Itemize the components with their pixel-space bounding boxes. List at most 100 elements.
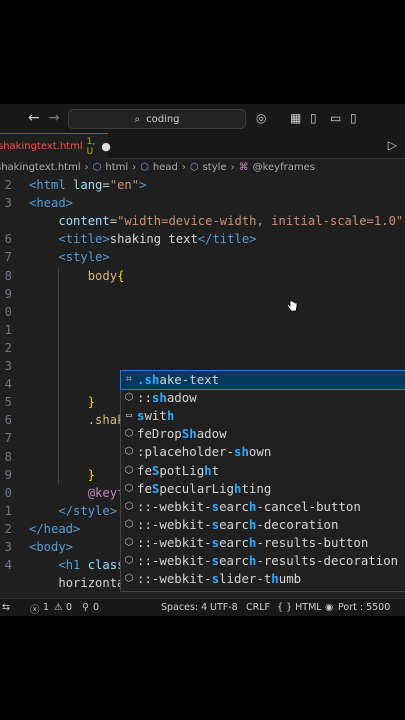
code-text: } (87, 467, 96, 482)
code-line[interactable]: 6 <title>shaking text</title> (0, 230, 405, 248)
property-icon: ⬡ (124, 554, 134, 566)
suggestion-item[interactable]: ⬡::-webkit-search-decoration (121, 516, 405, 534)
code-line[interactable]: 9 (0, 285, 405, 303)
suggestion-item[interactable]: ⬡::-webkit-search-results-button (121, 534, 405, 552)
line-number: 4 (4, 377, 12, 392)
run-icon[interactable]: ▷ (388, 138, 397, 152)
suggestion-item[interactable]: ⬡::shadow (121, 389, 405, 407)
line-number: 7 (4, 250, 12, 265)
breadcrumb-keyframes[interactable]: @keyframes (253, 162, 315, 173)
toggle-sidebar-icon[interactable]: ▯ (310, 111, 317, 125)
code-line[interactable]: 8 body{ (0, 267, 405, 285)
breadcrumb-head[interactable]: head (153, 162, 178, 173)
toggle-secondary-sidebar-icon[interactable]: ▯ (350, 111, 357, 125)
command-center-search[interactable]: ⌕ coding (68, 109, 246, 129)
error-icon[interactable]: ⓧ (30, 602, 40, 616)
suggestion-label: swith (137, 408, 175, 424)
property-icon: ⬡ (124, 446, 134, 458)
warning-count[interactable]: 0 (66, 602, 72, 613)
snippet-icon: ⌗ (126, 374, 132, 386)
suggestion-item[interactable]: ⬡::-webkit-slider-thumb (121, 570, 405, 588)
hand-cursor-icon (286, 297, 298, 312)
suggestion-item[interactable]: ⬡:placeholder-shown (121, 443, 405, 461)
language-mode[interactable]: { } HTML (277, 602, 322, 613)
end-of-line[interactable]: CRLF (246, 602, 270, 613)
error-count[interactable]: 1 (43, 602, 49, 613)
code-line[interactable]: 1 (0, 321, 405, 339)
warning-icon[interactable]: ⚠ (54, 602, 63, 613)
line-number: 2 (4, 521, 12, 536)
arrow-right-icon[interactable]: → (48, 110, 60, 126)
line-number: 1 (4, 322, 12, 337)
line-number: 8 (4, 449, 12, 464)
chevron-right-icon: › (181, 162, 186, 173)
tab-shakingtext[interactable]: shakingtext.html 1, U ● (0, 133, 111, 159)
broadcast-icon[interactable]: ⚲ (82, 602, 89, 613)
broadcast-count[interactable]: 0 (93, 602, 99, 613)
vscode-window: ← → ⌕ coding ◎ ▦ ▯ ▭ ▯ shakingtext.html … (0, 104, 405, 616)
layout-icon[interactable]: ▦ (290, 111, 301, 125)
suggestion-label: feSpecularLighting (137, 480, 272, 496)
keyframes-icon: ⌘ (238, 162, 249, 173)
line-number: 5 (4, 395, 12, 410)
suggestion-item[interactable]: ⬡ feSpotLight (121, 461, 405, 479)
suggestion-item[interactable]: ⬡ feSpecularLighting (121, 480, 405, 498)
code-text: </style> (58, 503, 118, 518)
toggle-panel-icon[interactable]: ▭ (330, 111, 341, 125)
code-line[interactable]: 7 <style> (0, 248, 405, 266)
breadcrumb-html[interactable]: html (105, 162, 128, 173)
title-bar: ← → ⌕ coding ◎ ▦ ▯ ▭ ▯ (0, 104, 405, 133)
element-icon: ⬡ (140, 162, 149, 173)
code-line[interactable]: 0 (0, 303, 405, 321)
suggestion-label: :placeholder-shown (137, 444, 272, 460)
line-number: 1 (4, 503, 12, 518)
line-number: 9 (4, 286, 12, 301)
property-icon: ⬡ (124, 482, 134, 494)
arrow-left-icon[interactable]: ← (28, 110, 40, 126)
search-text: coding (146, 113, 180, 125)
suggestion-item[interactable]: ▭ swith (121, 407, 405, 425)
line-number: 6 (4, 413, 12, 428)
chevron-right-icon: › (132, 162, 137, 173)
copilot-icon[interactable]: ◎ (256, 111, 266, 125)
property-icon: ⬡ (124, 518, 134, 530)
suggestion-item[interactable]: ⬡::-webkit-search-cancel-button (121, 498, 405, 516)
line-number: 4 (4, 558, 12, 573)
modified-dot-icon[interactable]: ● (101, 140, 111, 153)
code-text: body{ (87, 268, 125, 283)
line-number: 3 (4, 540, 12, 554)
suggestion-item[interactable]: ⌗ .shake-text (120, 369, 405, 391)
suggestion-item[interactable]: ⬡::-webkit-search-results-decoration (121, 552, 405, 570)
code-line[interactable]: content="width=device-width, initial-sca… (0, 212, 405, 230)
suggestion-label: .shake-text (137, 372, 220, 388)
element-icon: ⬡ (189, 162, 199, 173)
live-server-port[interactable]: Port : 5500 (338, 602, 390, 613)
chevron-right-icon: › (84, 162, 89, 173)
chevron-right-icon: › (230, 162, 235, 173)
suggestion-label: ::-webkit-search-cancel-button (137, 498, 361, 514)
code-line[interactable]: 3 <head> (0, 194, 405, 212)
line-number: 9 (4, 467, 12, 482)
suggestion-item[interactable]: ⬡ feDropShadow (121, 425, 405, 443)
line-number: 7 (4, 431, 12, 446)
code-line[interactable]: 2 (0, 339, 405, 357)
suggestion-label: ::-webkit-search-results-button (137, 534, 369, 550)
code-text: <head> (29, 196, 74, 211)
code-text: content="width=device-width, initial-sca… (58, 214, 404, 229)
encoding[interactable]: UTF-8 (210, 602, 238, 613)
indentation[interactable]: Spaces: 4 (161, 602, 207, 613)
property-icon: ⬡ (124, 573, 134, 585)
remote-icon[interactable]: ⇆ (2, 602, 10, 613)
code-text: } (87, 395, 96, 410)
line-number: 6 (4, 232, 12, 247)
line-number: 2 (4, 340, 12, 355)
tab-label: shakingtext.html (0, 141, 83, 152)
line-number: 3 (4, 196, 12, 211)
line-number: 8 (4, 268, 12, 283)
breadcrumb-style[interactable]: style (203, 162, 227, 173)
live-server-icon[interactable]: ◉ (325, 602, 333, 613)
breadcrumb-file[interactable]: shakingtext.html (0, 162, 81, 173)
code-line[interactable]: 2 <html lang="en"> (0, 176, 405, 194)
tab-bar: shakingtext.html 1, U ● ▷ (0, 133, 405, 159)
line-number: 0 (4, 304, 12, 319)
